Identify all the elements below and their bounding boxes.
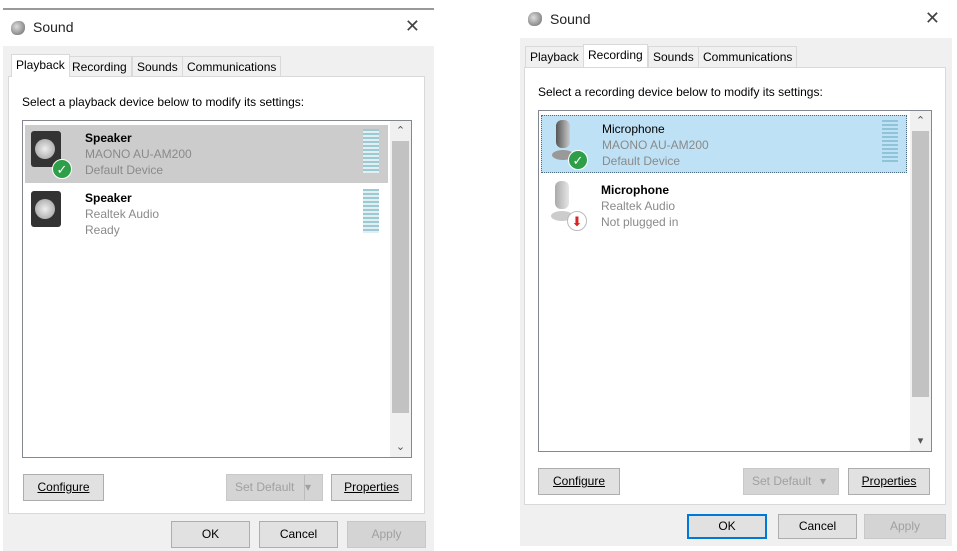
microphone-icon <box>556 120 570 148</box>
scrollbar[interactable]: ⌃ ▾ <box>910 111 931 451</box>
microphone-icon <box>555 181 569 209</box>
scrollbar-thumb[interactable] <box>912 131 929 397</box>
default-check-icon: ✓ <box>52 159 72 179</box>
unplugged-arrow-icon: ⬇ <box>567 211 587 231</box>
device-description: MAONO AU-AM200 <box>602 138 709 152</box>
tab-communications[interactable]: Communications <box>698 46 798 67</box>
tab-playback[interactable]: Playback <box>11 54 70 77</box>
scroll-up-icon[interactable]: ⌃ <box>390 124 411 137</box>
device-row-selected[interactable]: ✓ Microphone MAONO AU-AM200 Default Devi… <box>541 115 907 173</box>
dialog-body: Playback Recording Sounds Communications… <box>3 46 434 551</box>
scrollbar[interactable]: ⌃ ⌄ <box>390 121 411 457</box>
speaker-app-icon <box>11 21 25 35</box>
device-name: Microphone <box>601 183 669 197</box>
properties-button[interactable]: Properties <box>848 468 930 495</box>
tab-recording[interactable]: Recording <box>583 44 648 67</box>
device-list[interactable]: ✓ Microphone MAONO AU-AM200 Default Devi… <box>538 110 932 452</box>
level-meter <box>363 129 379 173</box>
tab-sounds[interactable]: Sounds <box>132 56 183 77</box>
tab-panel: Select a playback device below to modify… <box>8 76 425 514</box>
dialog-body: Playback Recording Sounds Communications… <box>520 38 952 546</box>
window-title: Sound <box>550 11 591 27</box>
configure-label: Configure <box>552 474 606 488</box>
set-default-button[interactable]: Set Default ▾ <box>743 468 839 495</box>
window-title: Sound <box>33 19 74 35</box>
speaker-icon <box>31 191 61 227</box>
default-check-icon: ✓ <box>568 150 588 170</box>
device-status: Default Device <box>85 163 164 177</box>
tab-communications[interactable]: Communications <box>182 56 282 77</box>
scrollbar-thumb[interactable] <box>392 141 409 413</box>
configure-button[interactable]: Configure <box>23 474 104 501</box>
device-status: Ready <box>85 223 120 237</box>
tab-sounds[interactable]: Sounds <box>648 46 699 67</box>
title-bar: Sound ✕ <box>520 0 952 40</box>
device-description: MAONO AU-AM200 <box>85 147 192 161</box>
set-default-label: Set Default <box>752 474 812 488</box>
properties-button[interactable]: Properties <box>331 474 412 501</box>
apply-button[interactable]: Apply <box>864 514 946 539</box>
device-status: Default Device <box>602 154 681 168</box>
title-bar: Sound ✕ <box>3 10 434 50</box>
properties-label: Properties <box>861 474 917 488</box>
cancel-button[interactable]: Cancel <box>259 521 338 548</box>
tab-panel: Select a recording device below to modif… <box>524 67 946 505</box>
cancel-button[interactable]: Cancel <box>778 514 857 539</box>
device-row[interactable]: ⬇ Microphone Realtek Audio Not plugged i… <box>541 177 907 235</box>
dropdown-arrow-icon[interactable]: ▾ <box>304 475 322 500</box>
scroll-up-icon[interactable]: ⌃ <box>910 114 931 127</box>
device-description: Realtek Audio <box>85 207 160 221</box>
instruction-text: Select a playback device below to modify… <box>22 95 305 109</box>
level-meter <box>882 120 898 164</box>
tab-recording[interactable]: Recording <box>67 56 132 77</box>
level-meter <box>363 189 379 233</box>
apply-button[interactable]: Apply <box>347 521 426 548</box>
device-status: Not plugged in <box>601 215 679 229</box>
close-icon[interactable]: ✕ <box>925 8 940 29</box>
set-default-label: Set Default <box>235 480 295 494</box>
scroll-down-icon[interactable]: ⌄ <box>390 440 411 453</box>
configure-button[interactable]: Configure <box>538 468 620 495</box>
set-default-button[interactable]: Set Default ▾ <box>226 474 323 501</box>
ok-button[interactable]: OK <box>687 514 767 539</box>
tab-playback[interactable]: Playback <box>525 46 584 67</box>
properties-label: Properties <box>344 480 399 494</box>
device-list[interactable]: ✓ Speaker MAONO AU-AM200 Default Device … <box>22 120 412 458</box>
close-icon[interactable]: ✕ <box>405 16 420 37</box>
sound-dialog-playback: Sound ✕ Playback Recording Sounds Commun… <box>3 8 434 551</box>
dropdown-arrow-icon[interactable]: ▾ <box>820 469 838 494</box>
device-description: Realtek Audio <box>601 199 676 213</box>
instruction-text: Select a recording device below to modif… <box>538 85 823 99</box>
device-name: Speaker <box>85 191 132 205</box>
device-row-selected[interactable]: ✓ Speaker MAONO AU-AM200 Default Device <box>25 125 388 183</box>
device-name: Microphone <box>602 122 665 136</box>
configure-label: Configure <box>37 480 90 494</box>
ok-button[interactable]: OK <box>171 521 250 548</box>
device-name: Speaker <box>85 131 132 145</box>
speaker-app-icon <box>528 12 542 26</box>
device-row[interactable]: Speaker Realtek Audio Ready <box>25 185 388 243</box>
scroll-down-icon[interactable]: ▾ <box>910 434 931 447</box>
sound-dialog-recording: Sound ✕ Playback Recording Sounds Commun… <box>520 0 952 546</box>
